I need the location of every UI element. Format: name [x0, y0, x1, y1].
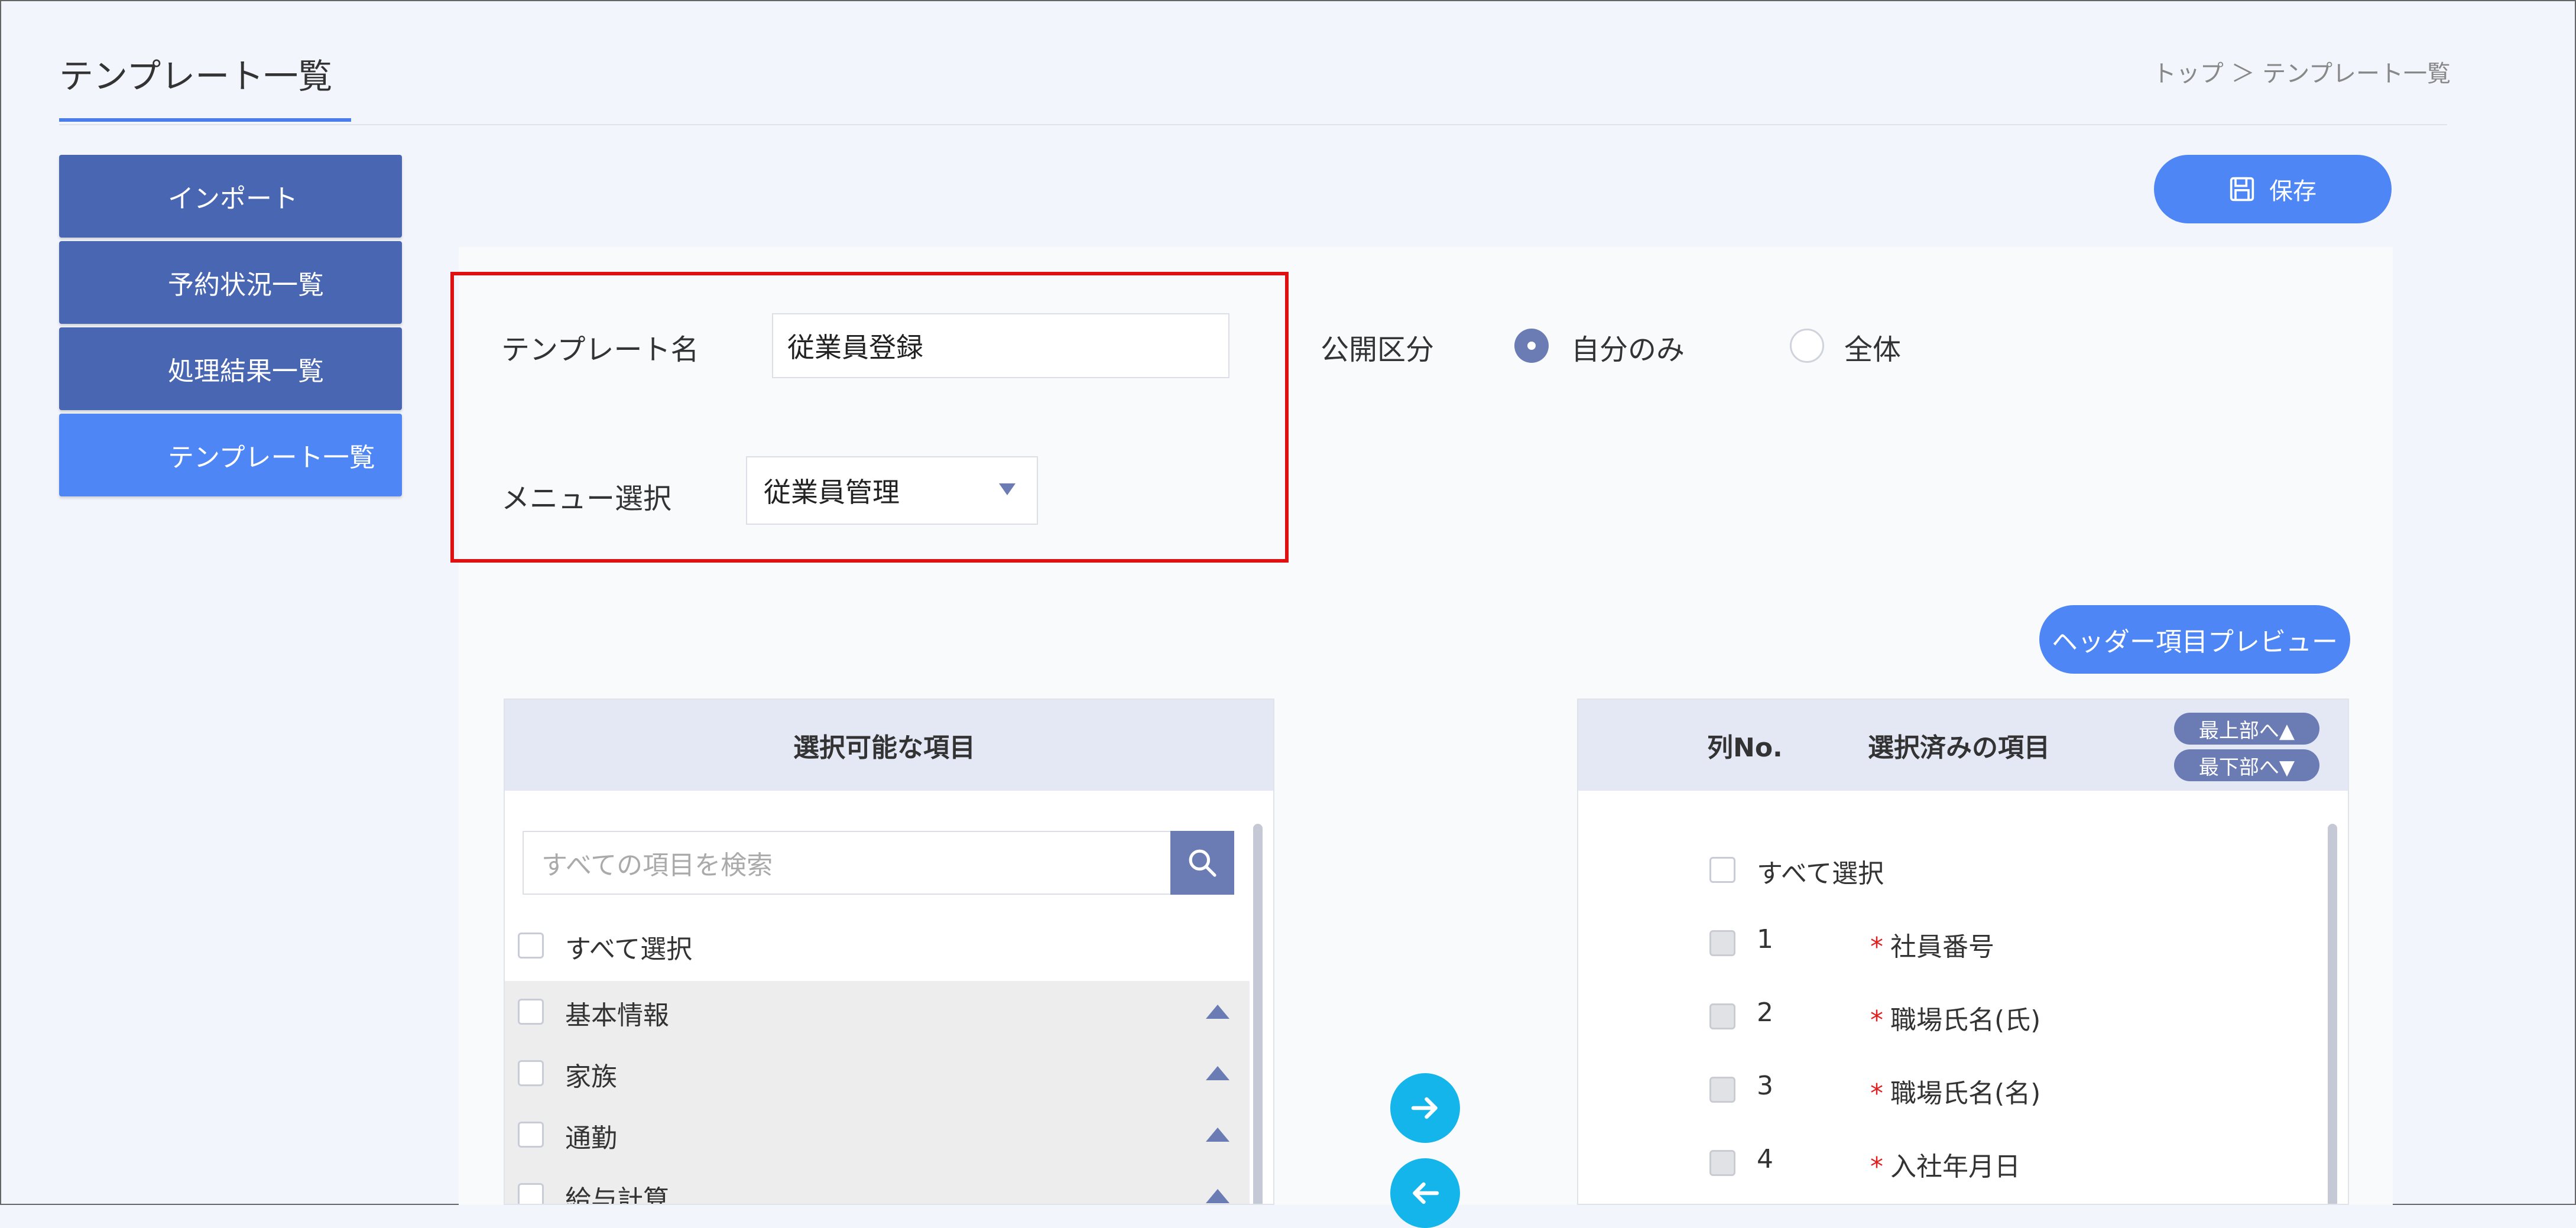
save-icon — [2230, 177, 2254, 202]
row-checkbox[interactable] — [1709, 930, 1735, 956]
row-label: * 社員番号 — [1870, 925, 1994, 963]
move-bottom-button[interactable]: 最下部へ▼ — [2174, 749, 2319, 781]
breadcrumb[interactable]: トップ ＞ テンプレート一覧 — [2153, 54, 2451, 89]
column-number-header: 列No. — [1707, 733, 1783, 763]
list-item[interactable]: 家族 — [505, 1042, 1250, 1105]
highlight-box — [450, 272, 1289, 563]
sidebar-item-import[interactable]: インポート — [59, 155, 402, 238]
sidebar-item-label: インポート — [168, 184, 298, 214]
required-mark: * — [1870, 1005, 1883, 1035]
collapse-up-icon[interactable] — [1206, 1066, 1229, 1080]
required-mark: * — [1870, 1078, 1883, 1109]
category-label: 基本情報 — [565, 1000, 669, 1031]
scrollbar[interactable] — [2328, 824, 2337, 1204]
radio-self-only-label[interactable]: 自分のみ — [1571, 326, 1685, 368]
row-label-text: 社員番号 — [1890, 932, 1994, 962]
visibility-label: 公開区分 — [1321, 333, 1435, 366]
header-preview-button[interactable]: ヘッダー項目プレビュー — [2039, 605, 2350, 674]
sidebar-item-label: テンプレート一覧 — [168, 443, 375, 473]
row-number: 3 — [1757, 1071, 1773, 1101]
list-item[interactable]: 通勤 — [505, 1104, 1250, 1167]
row-checkbox[interactable] — [1709, 1150, 1735, 1176]
category-checkbox[interactable] — [518, 1183, 544, 1204]
collapse-up-icon[interactable] — [1206, 1189, 1229, 1203]
sidebar-item-label: 予約状況一覧 — [168, 270, 324, 300]
search-input[interactable]: すべての項目を検索 — [523, 831, 1173, 895]
save-button[interactable]: 保存 — [2154, 155, 2392, 223]
row-label-text: 入社年月日 — [1890, 1152, 2020, 1182]
move-right-button[interactable] — [1390, 1073, 1460, 1143]
required-mark: * — [1870, 1152, 1883, 1182]
radio-all[interactable] — [1790, 329, 1824, 363]
arrow-right-icon — [1411, 1097, 1438, 1119]
page-title: テンプレート一覧 — [59, 56, 333, 96]
collapse-up-icon[interactable] — [1206, 1128, 1229, 1142]
select-all-label: すべて選択 — [1757, 859, 1884, 889]
row-checkbox[interactable] — [1709, 1003, 1735, 1029]
row-label-text: 職場氏名(名) — [1890, 1078, 2041, 1109]
select-all-checkbox[interactable] — [518, 933, 544, 959]
sidebar: インポート 予約状況一覧 処理結果一覧 テンプレート一覧 — [59, 155, 402, 500]
header-divider — [59, 124, 2447, 125]
row-label: * 職場氏名(名) — [1870, 1072, 2040, 1110]
row-label: * 職場氏名(氏) — [1870, 999, 2040, 1037]
category-checkbox[interactable] — [518, 999, 544, 1025]
category-label: 通勤 — [565, 1123, 617, 1154]
list-item[interactable]: 基本情報 — [505, 981, 1250, 1044]
selected-items-list: 列No. 選択済みの項目 最上部へ▲ 最下部へ▼ すべて選択 1 * 社員番号 2… — [1577, 699, 2349, 1205]
radio-all-label[interactable]: 全体 — [1844, 326, 1901, 368]
category-checkbox[interactable] — [518, 1060, 544, 1086]
save-button-label: 保存 — [2269, 178, 2317, 205]
search-button[interactable] — [1170, 831, 1234, 895]
move-top-button[interactable]: 最上部へ▲ — [2174, 713, 2319, 745]
required-mark: * — [1870, 932, 1883, 962]
select-all-checkbox[interactable] — [1709, 857, 1735, 883]
sidebar-item-label: 処理結果一覧 — [168, 356, 324, 386]
arrow-left-icon — [1413, 1182, 1439, 1204]
search-icon — [1189, 849, 1216, 877]
collapse-up-icon[interactable] — [1206, 1005, 1229, 1019]
scrollbar[interactable] — [1253, 824, 1263, 1204]
sidebar-item-reservations[interactable]: 予約状況一覧 — [59, 241, 402, 324]
select-all-label: すべて選択 — [565, 934, 693, 964]
radio-self-only[interactable] — [1514, 329, 1549, 363]
available-items-list: 選択可能な項目 すべての項目を検索 すべて選択 基本情報 家族 通勤 給与計算 — [504, 699, 1274, 1205]
row-checkbox[interactable] — [1709, 1077, 1735, 1103]
sidebar-item-results[interactable]: 処理結果一覧 — [59, 327, 402, 410]
row-label: * 入社年月日 — [1870, 1145, 2020, 1183]
selected-items-title: 選択済みの項目 — [1868, 733, 2050, 763]
sidebar-item-templates[interactable]: テンプレート一覧 — [59, 414, 402, 496]
available-items-title: 選択可能な項目 — [793, 733, 975, 763]
category-label: 家族 — [565, 1062, 617, 1092]
list-item[interactable]: 給与計算 — [505, 1165, 1250, 1205]
title-underline — [59, 118, 351, 122]
move-left-button[interactable] — [1390, 1158, 1460, 1228]
row-number: 1 — [1757, 924, 1773, 954]
selected-items-header: 列No. 選択済みの項目 最上部へ▲ 最下部へ▼ — [1578, 700, 2348, 791]
row-number: 4 — [1757, 1144, 1773, 1174]
category-label: 給与計算 — [565, 1185, 669, 1205]
row-number: 2 — [1757, 998, 1773, 1028]
category-checkbox[interactable] — [518, 1122, 544, 1148]
available-items-header: 選択可能な項目 — [505, 700, 1273, 791]
row-label-text: 職場氏名(氏) — [1890, 1005, 2041, 1035]
